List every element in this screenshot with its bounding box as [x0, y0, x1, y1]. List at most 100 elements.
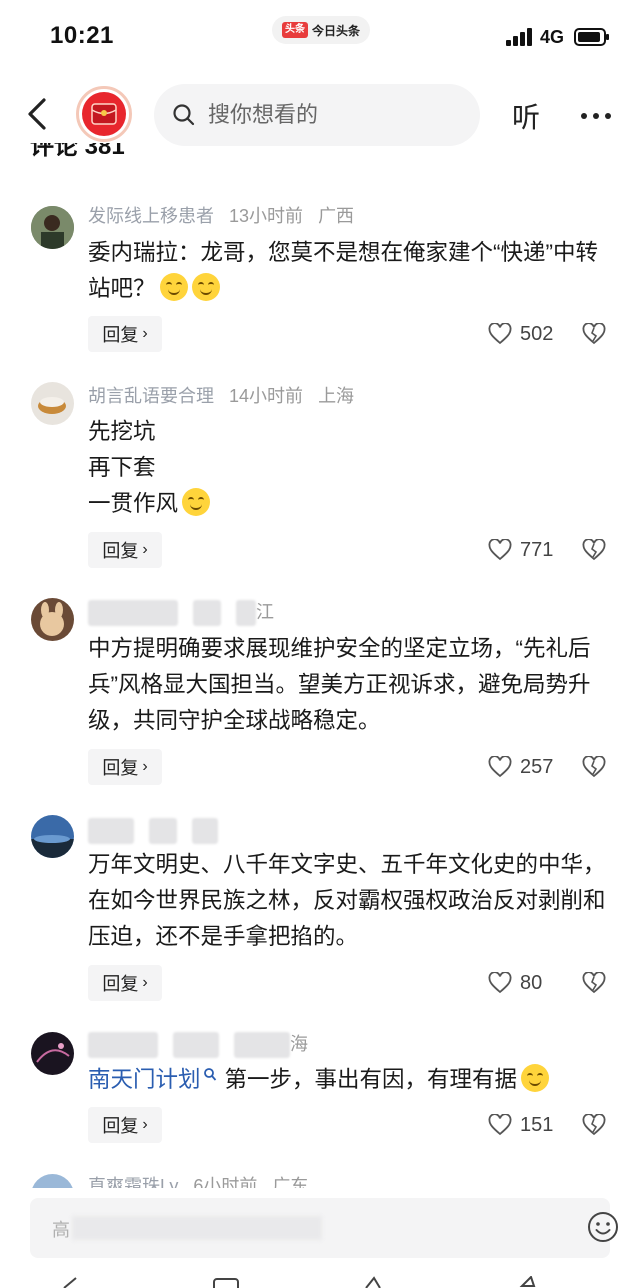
status-time: 10:21: [50, 22, 114, 49]
comment-text: 万年文明史、八千年文字史、五千年文化史的中华，在如今世界民族之林，反对霸权强权政…: [88, 852, 606, 949]
comment-list[interactable]: 发际线上移患者 13小时前 广西 委内瑞拉：龙哥，您莫不是想在俺家建个“快递”中…: [0, 152, 640, 1188]
like-count: 80: [520, 971, 543, 994]
status-bar: 10:21 头条 今日头条 4G: [0, 0, 640, 76]
topic-link[interactable]: 南天门计划: [88, 1067, 201, 1092]
broken-heart-icon[interactable]: [582, 756, 606, 778]
like-count: 771: [520, 538, 554, 561]
comment-meta: 胡言乱语要合理 14小时前 上海: [88, 384, 364, 408]
reply-button[interactable]: 回复 ›: [88, 1107, 162, 1143]
comment-location: 海: [290, 1034, 309, 1054]
chevron-right-icon: ›: [142, 1116, 148, 1133]
bottom-bar: 高: [0, 1188, 640, 1288]
comment-body: 第一步，事出有因，有理有据: [224, 1067, 518, 1092]
comment-meta: 江: [88, 600, 284, 627]
comment-line-with-emoji: 一贯作风: [88, 486, 618, 522]
blurred-time: [173, 1032, 220, 1059]
more-icon[interactable]: [580, 112, 612, 120]
comment-meta: [88, 818, 228, 845]
bottom-actions: [0, 1276, 640, 1288]
comment-time: 6小时前: [193, 1176, 258, 1188]
toutiao-badge: 头条: [281, 22, 308, 38]
chevron-right-icon: ›: [142, 758, 148, 775]
star-icon[interactable]: [518, 1276, 544, 1288]
reply-label: 回复: [102, 541, 139, 561]
comment-text: 委内瑞拉：龙哥，您莫不是想在俺家建个“快递”中转站吧？: [88, 235, 618, 307]
comment-input[interactable]: 高: [30, 1198, 618, 1258]
blurred-username: [88, 1032, 158, 1059]
blurred-username: [88, 600, 178, 627]
avatar[interactable]: [31, 382, 74, 425]
reply-button[interactable]: 回复 ›: [88, 965, 162, 1001]
comment-location: 江: [256, 602, 275, 622]
blurred-location: [236, 600, 257, 627]
like-count: 257: [520, 755, 554, 778]
like-button[interactable]: 771: [488, 532, 553, 568]
like-button[interactable]: 502: [488, 316, 553, 352]
avatar[interactable]: [31, 815, 74, 858]
reply-button[interactable]: 回复 ›: [88, 749, 162, 785]
heart-icon: [488, 539, 512, 561]
avatar[interactable]: [31, 598, 74, 641]
back-icon[interactable]: [24, 96, 50, 132]
battery-icon: [574, 28, 609, 46]
comment-author[interactable]: 直爽霜珠Ly: [88, 1176, 178, 1188]
blurred-time: [193, 600, 222, 627]
reply-label: 回复: [102, 325, 139, 345]
network-label: 4G: [540, 27, 565, 47]
heart-icon: [488, 972, 512, 994]
blurred-location: [234, 1032, 291, 1059]
search-input[interactable]: [208, 102, 458, 128]
app-logo[interactable]: [76, 86, 132, 142]
comment-line: 先挖坑: [88, 419, 156, 444]
comment-text: 中方提明确要求展现维护安全的坚定立场，“先礼后兵”风格显大国担当。望美方正视诉求…: [88, 636, 591, 733]
comment-line: 再下套: [88, 455, 156, 480]
search-box[interactable]: [154, 84, 480, 146]
red-envelope-icon: [82, 92, 126, 136]
comment-author[interactable]: 发际线上移患者: [88, 206, 214, 226]
reply-button[interactable]: 回复 ›: [88, 316, 162, 352]
chevron-right-icon: ›: [142, 974, 148, 991]
reply-label: 回复: [102, 1116, 139, 1136]
grin-emoji-icon: [521, 1064, 550, 1092]
signal-icon: [506, 28, 532, 46]
avatar[interactable]: [31, 1174, 74, 1188]
blurred-location: [192, 818, 219, 845]
reply-label: 回复: [102, 974, 139, 994]
avatar[interactable]: [31, 206, 74, 249]
comment-line: 一贯作风: [88, 491, 179, 516]
comment-input-placeholder: 高: [52, 1220, 70, 1240]
listen-button[interactable]: 听: [512, 96, 540, 136]
like-button[interactable]: 257: [488, 749, 553, 785]
broken-heart-icon[interactable]: [582, 539, 606, 561]
chevron-right-icon: ›: [142, 325, 148, 342]
like-count: 502: [520, 322, 554, 345]
blurred-time: [149, 818, 178, 845]
laugh-cry-emoji-icon: [182, 488, 211, 516]
broken-heart-icon[interactable]: [582, 972, 606, 994]
emoji-icon[interactable]: [586, 1210, 620, 1244]
search-icon: [203, 1068, 216, 1081]
like-button[interactable]: 151: [488, 1107, 553, 1143]
search-icon: [173, 104, 195, 126]
status-app-indicator: 头条 今日头条: [272, 16, 370, 44]
broken-heart-icon[interactable]: [582, 1114, 606, 1136]
comment-icon[interactable]: [212, 1276, 242, 1288]
comment-location: 广东: [272, 1176, 309, 1188]
chevron-right-icon: ›: [142, 541, 148, 558]
reply-button[interactable]: 回复 ›: [88, 532, 162, 568]
like-button[interactable]: 80: [488, 965, 542, 1001]
status-app-name: 今日头条: [311, 23, 360, 38]
comment-text: 南天门计划 第一步，事出有因，有理有据: [88, 1062, 618, 1098]
comment-location: 广西: [318, 206, 355, 226]
smile-emoji-icon: [159, 273, 188, 301]
comment-time: 13小时前: [229, 206, 304, 226]
like-icon[interactable]: [362, 1276, 386, 1288]
heart-icon: [488, 756, 512, 778]
broken-heart-icon[interactable]: [582, 323, 606, 345]
avatar[interactable]: [31, 1032, 74, 1075]
edit-icon[interactable]: [62, 1276, 82, 1288]
comment-author[interactable]: 胡言乱语要合理: [88, 386, 214, 406]
heart-icon: [488, 323, 512, 345]
blurred-placeholder: [72, 1216, 322, 1240]
blurred-username: [88, 818, 134, 845]
